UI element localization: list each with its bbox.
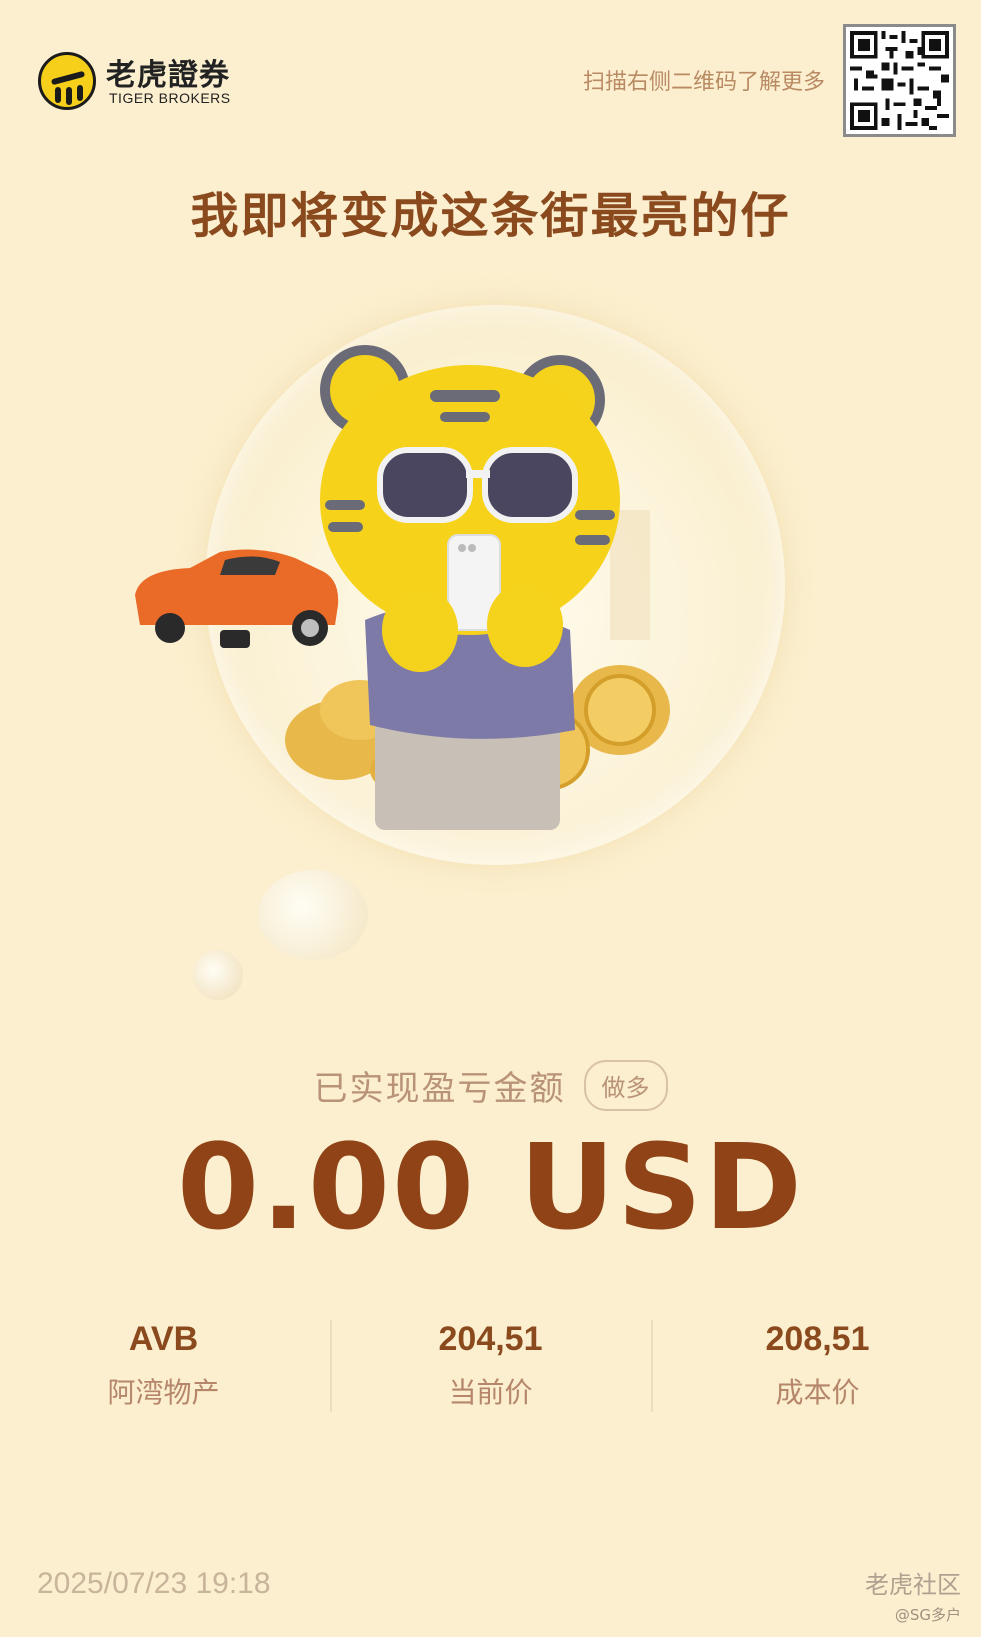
sports-car-icon <box>135 549 339 648</box>
tiger-logo-icon <box>38 52 96 110</box>
stat-divider <box>651 1320 653 1412</box>
stat-cost-price: 208,51 成本价 <box>654 1320 981 1411</box>
cost-price-value: 208,51 <box>765 1320 870 1358</box>
brand-name-en: TIGER BROKERS <box>109 90 231 106</box>
brand-name-cn: 老虎證券 <box>106 58 230 93</box>
current-price-label: 当前价 <box>448 1376 533 1409</box>
qr-code[interactable] <box>843 24 956 137</box>
watermark-user: @SG多户 <box>894 1606 961 1624</box>
qr-code-image <box>850 31 949 130</box>
tiger-mascot-illustration <box>135 345 670 830</box>
current-price-value: 204,51 <box>438 1320 543 1358</box>
realized-pnl-label: 已实现盈亏金额 <box>313 1069 566 1109</box>
realized-pnl-row: 已实现盈亏金额 做多 <box>0 1060 981 1111</box>
share-timestamp: 2025/07/23 19:18 <box>37 1567 271 1600</box>
share-headline: 我即将变成这条街最亮的仔 <box>190 188 791 244</box>
realized-pnl-value: 0.00 USD <box>177 1118 804 1256</box>
stat-symbol: AVB 阿湾物产 <box>0 1320 327 1411</box>
community-watermark: 老虎社区 <box>865 1571 961 1599</box>
scan-hint-text: 扫描右侧二维码了解更多 <box>582 70 825 95</box>
cost-price-label: 成本价 <box>775 1376 860 1409</box>
stat-current-price: 204,51 当前价 <box>327 1320 654 1411</box>
direction-badge: 做多 <box>583 1060 668 1111</box>
thought-cloud-tiny <box>193 950 243 1000</box>
stock-name: 阿湾物产 <box>107 1376 220 1409</box>
stock-symbol: AVB <box>128 1320 199 1358</box>
